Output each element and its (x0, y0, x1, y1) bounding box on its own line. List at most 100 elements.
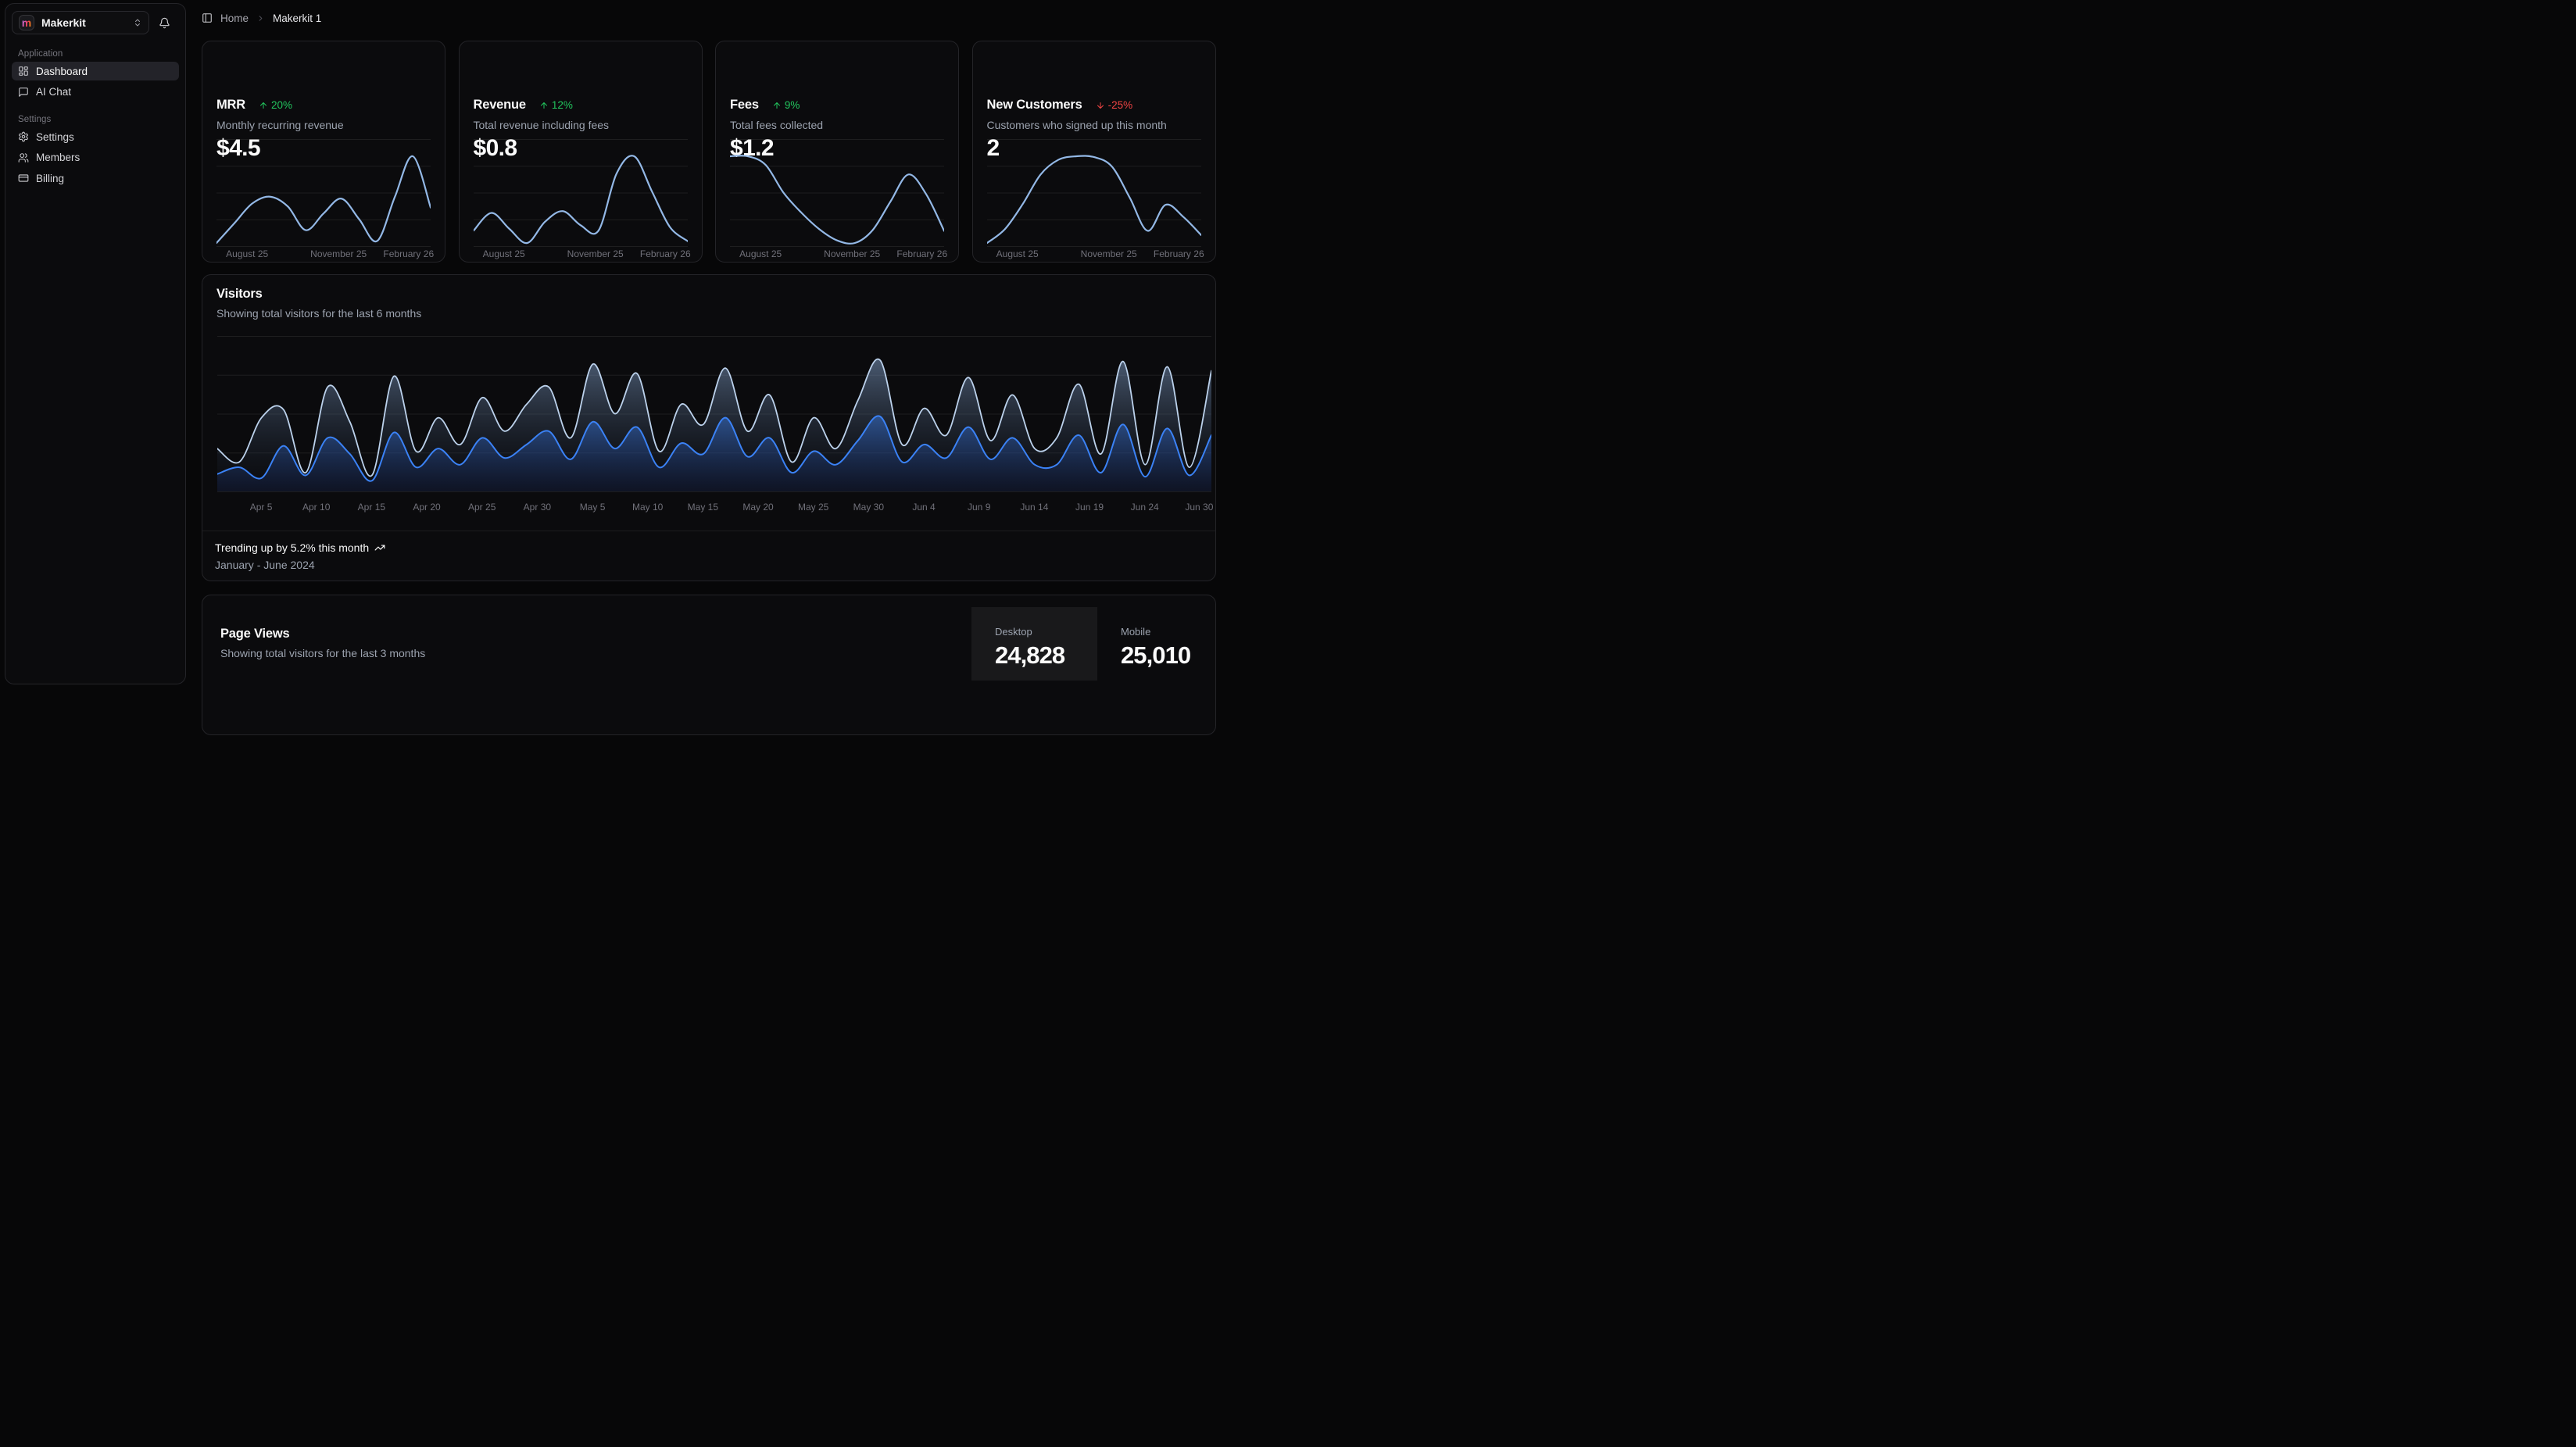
x-axis-label: February 26 (1154, 248, 1204, 259)
stat-label: Desktop (995, 626, 1097, 638)
sparkline-chart (987, 139, 1201, 247)
sparkline-chart (474, 139, 688, 247)
stat-value: 25,010 (1121, 641, 1218, 670)
x-axis-label: Jun 30 (1185, 502, 1213, 513)
x-axis-label: Jun 19 (1075, 502, 1104, 513)
revenue-card: Revenue 12% Total revenue including fees… (459, 41, 703, 263)
x-axis-label: Jun 9 (968, 502, 990, 513)
sidebar-item-members[interactable]: Members (12, 148, 179, 167)
breadcrumb-home-link[interactable]: Home (220, 13, 249, 24)
gear-icon (18, 131, 29, 142)
x-axis-label: November 25 (310, 248, 367, 259)
sidebar-item-label: Settings (36, 131, 74, 143)
logo-letter: m (22, 17, 31, 28)
workspace-name: Makerkit (41, 16, 133, 29)
notifications-button[interactable] (154, 13, 174, 33)
x-axis-label: May 25 (798, 502, 828, 513)
card-subtitle: Total fees collected (730, 119, 823, 131)
x-axis-label: February 26 (896, 248, 947, 259)
trend-badge: 12% (539, 99, 573, 111)
x-axis-label: Jun 24 (1131, 502, 1159, 513)
trend-value: 12% (552, 99, 573, 111)
sidebar-toggle-button[interactable] (202, 13, 213, 23)
stat-value: 24,828 (995, 641, 1097, 670)
message-square-icon (18, 87, 29, 98)
x-axis-label: Apr 30 (524, 502, 551, 513)
breadcrumb-current: Makerkit 1 (273, 13, 321, 24)
arrow-up-icon (259, 101, 268, 110)
visitors-title: Visitors (216, 287, 263, 302)
x-axis-label: November 25 (1081, 248, 1137, 259)
x-axis-label: May 10 (632, 502, 663, 513)
trend-value: 9% (785, 99, 800, 111)
page-views-subtitle: Showing total visitors for the last 3 mo… (220, 647, 425, 659)
x-axis-label: February 26 (640, 248, 691, 259)
nav-section-label: Application (18, 49, 179, 59)
sidebar-item-label: Billing (36, 173, 64, 184)
x-axis-label: May 15 (688, 502, 718, 513)
page-views-title: Page Views (220, 627, 290, 641)
main-content: Home Makerkit 1 MRR 20% Monthly recurrin… (202, 0, 1216, 688)
x-axis-labels: August 25 November 25 February 26 (216, 248, 431, 259)
sparkline-chart (216, 139, 431, 247)
credit-card-icon (18, 173, 29, 184)
card-title: MRR (216, 98, 245, 113)
x-axis-label: Apr 10 (302, 502, 330, 513)
sidebar-item-label: Dashboard (36, 66, 88, 77)
x-axis-labels: August 25 November 25 February 26 (987, 248, 1201, 259)
trend-summary: Trending up by 5.2% this month (215, 541, 369, 554)
x-axis-label: May 30 (853, 502, 884, 513)
makerkit-logo: m (19, 15, 34, 30)
sidebar-item-billing[interactable]: Billing (12, 169, 179, 188)
card-subtitle: Monthly recurring revenue (216, 119, 344, 131)
x-axis-label: August 25 (996, 248, 1039, 259)
chevron-right-icon (256, 14, 265, 23)
arrow-up-icon (539, 101, 549, 110)
sidebar-item-label: AI Chat (36, 86, 71, 98)
chevrons-up-down-icon (133, 18, 142, 27)
breadcrumb: Home Makerkit 1 (202, 10, 321, 26)
trending-up-icon (374, 542, 385, 553)
card-title: New Customers (987, 98, 1082, 113)
fees-card: Fees 9% Total fees collected $1.2 August… (715, 41, 959, 263)
sidebar: m Makerkit Application Dashboard AI Chat (5, 3, 186, 684)
mobile-toggle-button[interactable]: Mobile 25,010 (1097, 607, 1218, 681)
sparkline-chart (730, 139, 944, 247)
mrr-card: MRR 20% Monthly recurring revenue $4.5 A… (202, 41, 445, 263)
workspace-selector[interactable]: m Makerkit (12, 11, 149, 34)
sidebar-item-dashboard[interactable]: Dashboard (12, 62, 179, 80)
x-axis-label: Jun 4 (912, 502, 935, 513)
card-title: Revenue (474, 98, 526, 113)
x-axis-label: May 5 (580, 502, 606, 513)
trend-badge: 9% (772, 99, 800, 111)
nav-section-label: Settings (18, 115, 179, 124)
trend-value: -25% (1108, 99, 1133, 111)
sidebar-item-label: Members (36, 152, 80, 163)
x-axis-labels: August 25 November 25 February 26 (730, 248, 944, 259)
x-axis-label: February 26 (383, 248, 434, 259)
sidebar-item-ai-chat[interactable]: AI Chat (12, 83, 179, 102)
x-axis-label: Jun 14 (1020, 502, 1048, 513)
x-axis-label: May 20 (742, 502, 773, 513)
desktop-toggle-button[interactable]: Desktop 24,828 (971, 607, 1097, 681)
sidebar-nav: Application Dashboard AI Chat Settings S… (12, 49, 179, 188)
x-axis-label: Apr 20 (413, 502, 440, 513)
x-axis-label: Apr 15 (358, 502, 385, 513)
layout-dashboard-icon (18, 66, 29, 77)
x-axis-label: August 25 (483, 248, 525, 259)
users-icon (18, 152, 29, 163)
x-axis-label: November 25 (824, 248, 880, 259)
x-axis-label: August 25 (226, 248, 268, 259)
x-axis-label: Apr 25 (468, 502, 496, 513)
card-subtitle: Customers who signed up this month (987, 119, 1167, 131)
visitors-subtitle: Showing total visitors for the last 6 mo… (216, 307, 421, 320)
visitors-area-chart (217, 336, 1211, 492)
bell-icon (159, 17, 170, 29)
trend-badge: 20% (259, 99, 292, 111)
trend-period: January - June 2024 (215, 559, 315, 571)
sidebar-item-settings[interactable]: Settings (12, 127, 179, 146)
trend-value: 20% (271, 99, 292, 111)
visitors-card: Visitors Showing total visitors for the … (202, 274, 1216, 581)
stat-label: Mobile (1121, 626, 1218, 638)
arrow-up-icon (772, 101, 782, 110)
